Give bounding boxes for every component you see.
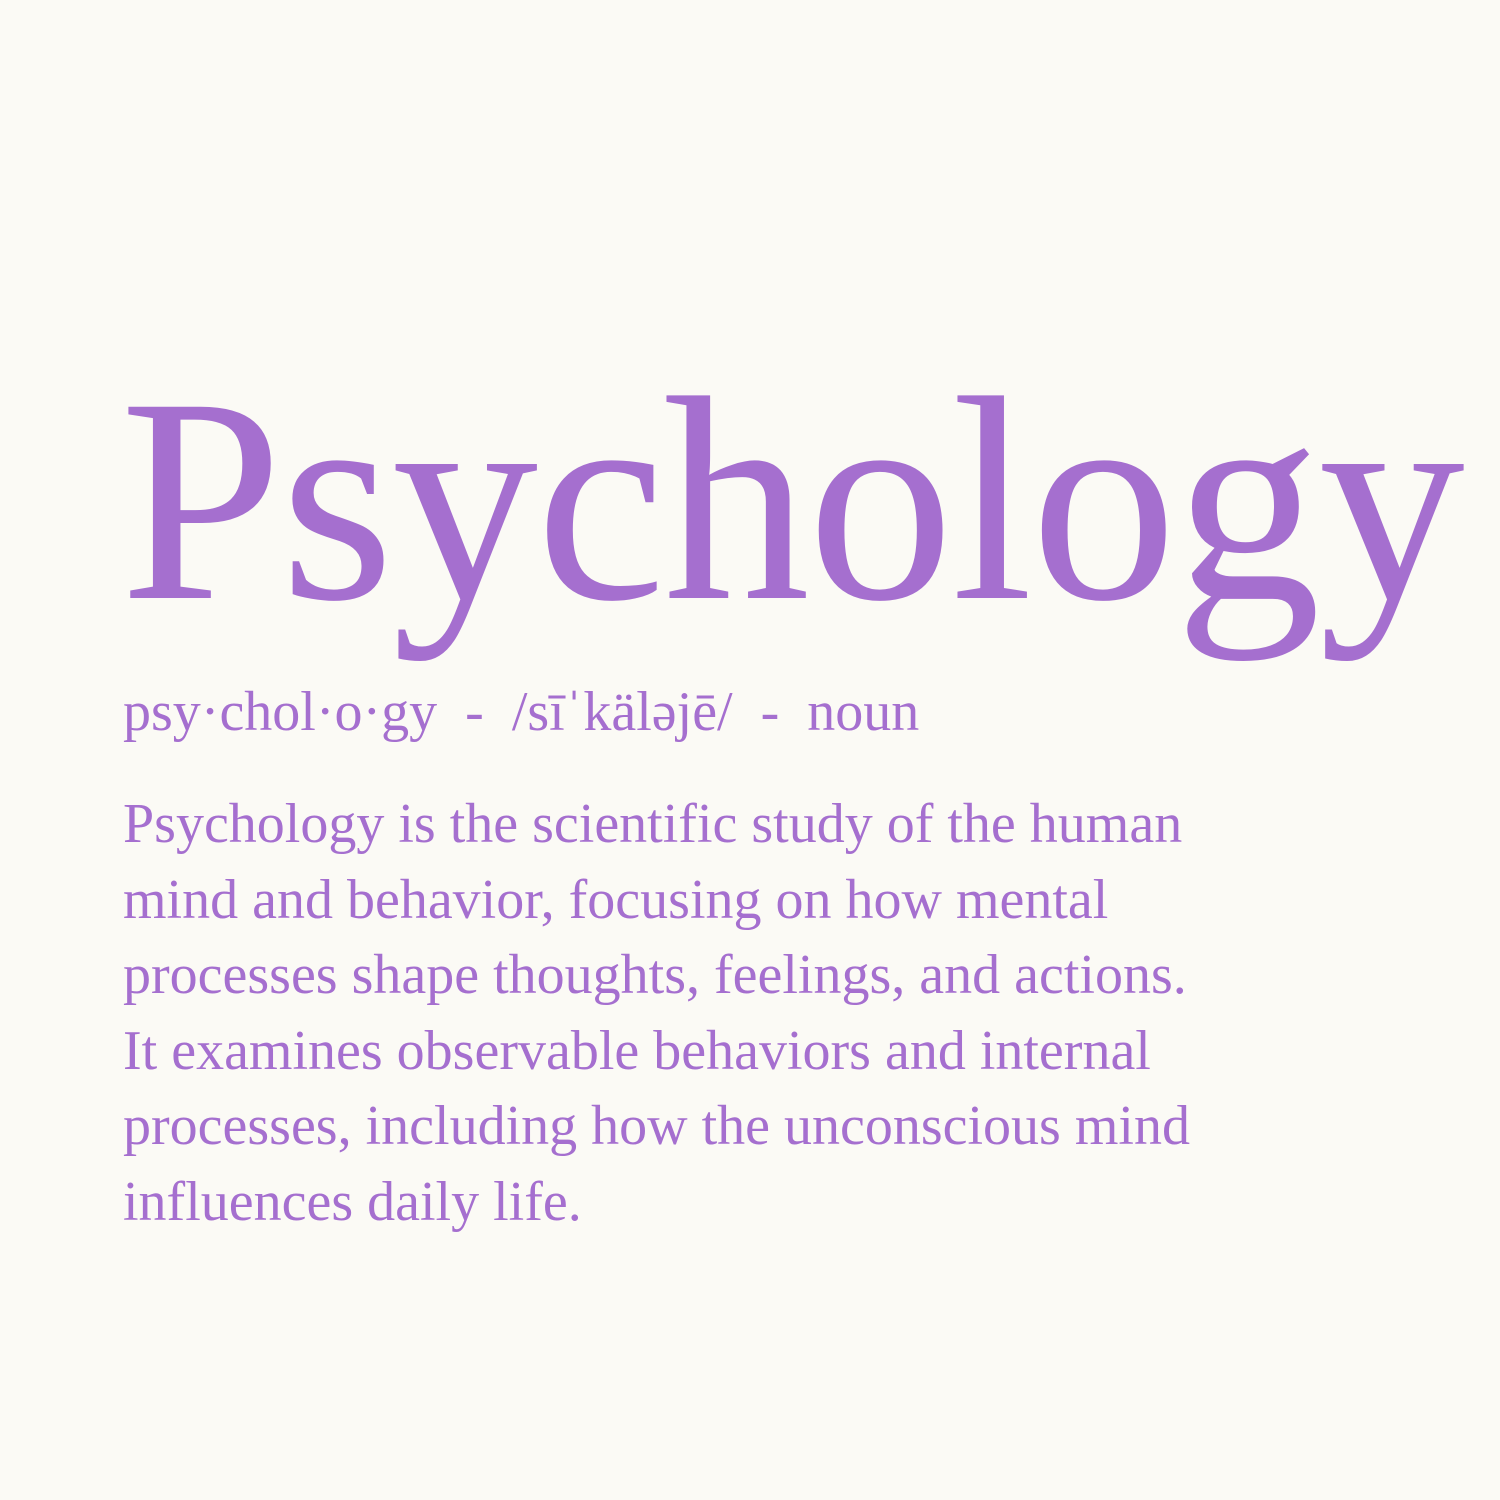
headword-title: Psychology (120, 339, 1465, 662)
syllabification: psy·chol·o·gy (123, 681, 438, 743)
part-of-speech: noun (807, 681, 920, 743)
pronunciation-line: psy·chol·o·gy - /sīˈkäləjē/ - noun (123, 681, 920, 744)
definition-text: Psychology is the scientific study of th… (123, 793, 1190, 1233)
separator-dash: - (437, 681, 512, 743)
phonetic-spelling: /sīˈkäləjē/ (511, 681, 733, 743)
separator-dash: - (732, 681, 808, 743)
definition-card: Psychology psy·chol·o·gy - /sīˈkäləjē/ -… (0, 0, 1500, 1500)
